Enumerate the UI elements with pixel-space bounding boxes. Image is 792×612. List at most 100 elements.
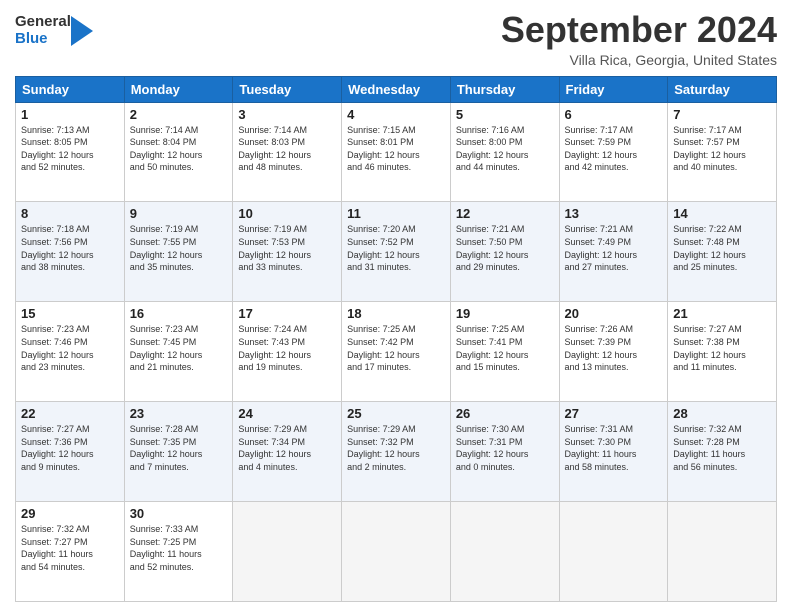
day-info: Sunrise: 7:33 AM Sunset: 7:25 PM Dayligh… <box>130 523 228 573</box>
calendar-cell: 25 Sunrise: 7:29 AM Sunset: 7:32 PM Dayli… <box>342 402 451 502</box>
calendar-cell: 5 Sunrise: 7:16 AM Sunset: 8:00 PM Daylig… <box>450 102 559 202</box>
calendar-cell: 15 Sunrise: 7:23 AM Sunset: 7:46 PM Dayli… <box>16 302 125 402</box>
week-row-1: 1Sunrise: 7:13 AM Sunset: 8:05 PM Daylig… <box>16 102 777 202</box>
calendar-cell: 27 Sunrise: 7:31 AM Sunset: 7:30 PM Dayli… <box>559 402 668 502</box>
day-info: Sunrise: 7:27 AM Sunset: 7:36 PM Dayligh… <box>21 423 119 473</box>
calendar-cell: 14Sunrise: 7:22 AM Sunset: 7:48 PM Dayli… <box>668 202 777 302</box>
day-number: 10 <box>238 206 336 221</box>
day-number: 27 <box>565 406 663 421</box>
logo: General Blue <box>15 14 93 47</box>
day-info: Sunrise: 7:28 AM Sunset: 7:35 PM Dayligh… <box>130 423 228 473</box>
calendar-cell: 8 Sunrise: 7:18 AM Sunset: 7:56 PM Daylig… <box>16 202 125 302</box>
day-number: 13 <box>565 206 663 221</box>
day-number: 2 <box>130 107 228 122</box>
day-info: Sunrise: 7:32 AM Sunset: 7:27 PM Dayligh… <box>21 523 119 573</box>
day-info: Sunrise: 7:27 AM Sunset: 7:38 PM Dayligh… <box>673 323 771 373</box>
col-sunday: Sunday <box>16 76 125 102</box>
day-number: 25 <box>347 406 445 421</box>
page: General Blue September 2024 Villa Rica, … <box>0 0 792 612</box>
day-info: Sunrise: 7:23 AM Sunset: 7:46 PM Dayligh… <box>21 323 119 373</box>
day-number: 26 <box>456 406 554 421</box>
day-info: Sunrise: 7:29 AM Sunset: 7:32 PM Dayligh… <box>347 423 445 473</box>
calendar-cell: 6 Sunrise: 7:17 AM Sunset: 7:59 PM Daylig… <box>559 102 668 202</box>
logo-line1: General <box>15 14 71 31</box>
calendar-cell <box>342 502 451 602</box>
day-info: Sunrise: 7:17 AM Sunset: 7:59 PM Dayligh… <box>565 124 663 174</box>
day-number: 5 <box>456 107 554 122</box>
month-title: September 2024 <box>501 10 777 50</box>
calendar-cell: 18Sunrise: 7:25 AM Sunset: 7:42 PM Dayli… <box>342 302 451 402</box>
col-thursday: Thursday <box>450 76 559 102</box>
day-number: 15 <box>21 306 119 321</box>
col-friday: Friday <box>559 76 668 102</box>
calendar-cell <box>559 502 668 602</box>
calendar-cell <box>233 502 342 602</box>
day-info: Sunrise: 7:16 AM Sunset: 8:00 PM Dayligh… <box>456 124 554 174</box>
calendar-cell: 10Sunrise: 7:19 AM Sunset: 7:53 PM Dayli… <box>233 202 342 302</box>
week-row-2: 8 Sunrise: 7:18 AM Sunset: 7:56 PM Daylig… <box>16 202 777 302</box>
day-info: Sunrise: 7:31 AM Sunset: 7:30 PM Dayligh… <box>565 423 663 473</box>
day-info: Sunrise: 7:21 AM Sunset: 7:49 PM Dayligh… <box>565 223 663 273</box>
location: Villa Rica, Georgia, United States <box>501 52 777 68</box>
day-number: 11 <box>347 206 445 221</box>
calendar-cell: 12Sunrise: 7:21 AM Sunset: 7:50 PM Dayli… <box>450 202 559 302</box>
day-number: 21 <box>673 306 771 321</box>
calendar-cell: 9Sunrise: 7:19 AM Sunset: 7:55 PM Daylig… <box>124 202 233 302</box>
day-number: 19 <box>456 306 554 321</box>
day-info: Sunrise: 7:26 AM Sunset: 7:39 PM Dayligh… <box>565 323 663 373</box>
calendar-cell: 19 Sunrise: 7:25 AM Sunset: 7:41 PM Dayli… <box>450 302 559 402</box>
calendar-cell: 7Sunrise: 7:17 AM Sunset: 7:57 PM Daylig… <box>668 102 777 202</box>
calendar-cell: 29 Sunrise: 7:32 AM Sunset: 7:27 PM Dayli… <box>16 502 125 602</box>
col-wednesday: Wednesday <box>342 76 451 102</box>
day-number: 17 <box>238 306 336 321</box>
day-number: 4 <box>347 107 445 122</box>
day-info: Sunrise: 7:18 AM Sunset: 7:56 PM Dayligh… <box>21 223 119 273</box>
day-info: Sunrise: 7:14 AM Sunset: 8:04 PM Dayligh… <box>130 124 228 174</box>
day-number: 28 <box>673 406 771 421</box>
col-monday: Monday <box>124 76 233 102</box>
day-info: Sunrise: 7:24 AM Sunset: 7:43 PM Dayligh… <box>238 323 336 373</box>
header-row: Sunday Monday Tuesday Wednesday Thursday… <box>16 76 777 102</box>
title-block: September 2024 Villa Rica, Georgia, Unit… <box>501 10 777 68</box>
day-number: 30 <box>130 506 228 521</box>
calendar-cell: 2 Sunrise: 7:14 AM Sunset: 8:04 PM Daylig… <box>124 102 233 202</box>
calendar-cell: 23Sunrise: 7:28 AM Sunset: 7:35 PM Dayli… <box>124 402 233 502</box>
calendar-cell: 16Sunrise: 7:23 AM Sunset: 7:45 PM Dayli… <box>124 302 233 402</box>
calendar-cell: 22Sunrise: 7:27 AM Sunset: 7:36 PM Dayli… <box>16 402 125 502</box>
col-tuesday: Tuesday <box>233 76 342 102</box>
day-info: Sunrise: 7:30 AM Sunset: 7:31 PM Dayligh… <box>456 423 554 473</box>
day-info: Sunrise: 7:14 AM Sunset: 8:03 PM Dayligh… <box>238 124 336 174</box>
day-number: 8 <box>21 206 119 221</box>
day-info: Sunrise: 7:29 AM Sunset: 7:34 PM Dayligh… <box>238 423 336 473</box>
day-number: 20 <box>565 306 663 321</box>
calendar-cell: 13 Sunrise: 7:21 AM Sunset: 7:49 PM Dayli… <box>559 202 668 302</box>
day-number: 29 <box>21 506 119 521</box>
calendar-cell: 4 Sunrise: 7:15 AM Sunset: 8:01 PM Daylig… <box>342 102 451 202</box>
day-number: 6 <box>565 107 663 122</box>
day-info: Sunrise: 7:15 AM Sunset: 8:01 PM Dayligh… <box>347 124 445 174</box>
day-number: 9 <box>130 206 228 221</box>
day-number: 24 <box>238 406 336 421</box>
calendar-cell: 11Sunrise: 7:20 AM Sunset: 7:52 PM Dayli… <box>342 202 451 302</box>
day-info: Sunrise: 7:25 AM Sunset: 7:42 PM Dayligh… <box>347 323 445 373</box>
week-row-5: 29 Sunrise: 7:32 AM Sunset: 7:27 PM Dayli… <box>16 502 777 602</box>
calendar-cell: 24 Sunrise: 7:29 AM Sunset: 7:34 PM Dayli… <box>233 402 342 502</box>
day-info: Sunrise: 7:22 AM Sunset: 7:48 PM Dayligh… <box>673 223 771 273</box>
calendar-cell: 21 Sunrise: 7:27 AM Sunset: 7:38 PM Dayli… <box>668 302 777 402</box>
day-info: Sunrise: 7:13 AM Sunset: 8:05 PM Dayligh… <box>21 124 119 174</box>
calendar-cell: 26 Sunrise: 7:30 AM Sunset: 7:31 PM Dayli… <box>450 402 559 502</box>
calendar-cell: 17 Sunrise: 7:24 AM Sunset: 7:43 PM Dayli… <box>233 302 342 402</box>
calendar-cell: 20 Sunrise: 7:26 AM Sunset: 7:39 PM Dayli… <box>559 302 668 402</box>
calendar-cell <box>668 502 777 602</box>
week-row-4: 22Sunrise: 7:27 AM Sunset: 7:36 PM Dayli… <box>16 402 777 502</box>
col-saturday: Saturday <box>668 76 777 102</box>
day-number: 3 <box>238 107 336 122</box>
calendar-cell: 3 Sunrise: 7:14 AM Sunset: 8:03 PM Daylig… <box>233 102 342 202</box>
day-info: Sunrise: 7:25 AM Sunset: 7:41 PM Dayligh… <box>456 323 554 373</box>
calendar-cell: 30 Sunrise: 7:33 AM Sunset: 7:25 PM Dayli… <box>124 502 233 602</box>
logo-arrow-icon <box>71 16 93 46</box>
header: General Blue September 2024 Villa Rica, … <box>15 10 777 68</box>
calendar-table: Sunday Monday Tuesday Wednesday Thursday… <box>15 76 777 602</box>
day-number: 7 <box>673 107 771 122</box>
day-info: Sunrise: 7:23 AM Sunset: 7:45 PM Dayligh… <box>130 323 228 373</box>
